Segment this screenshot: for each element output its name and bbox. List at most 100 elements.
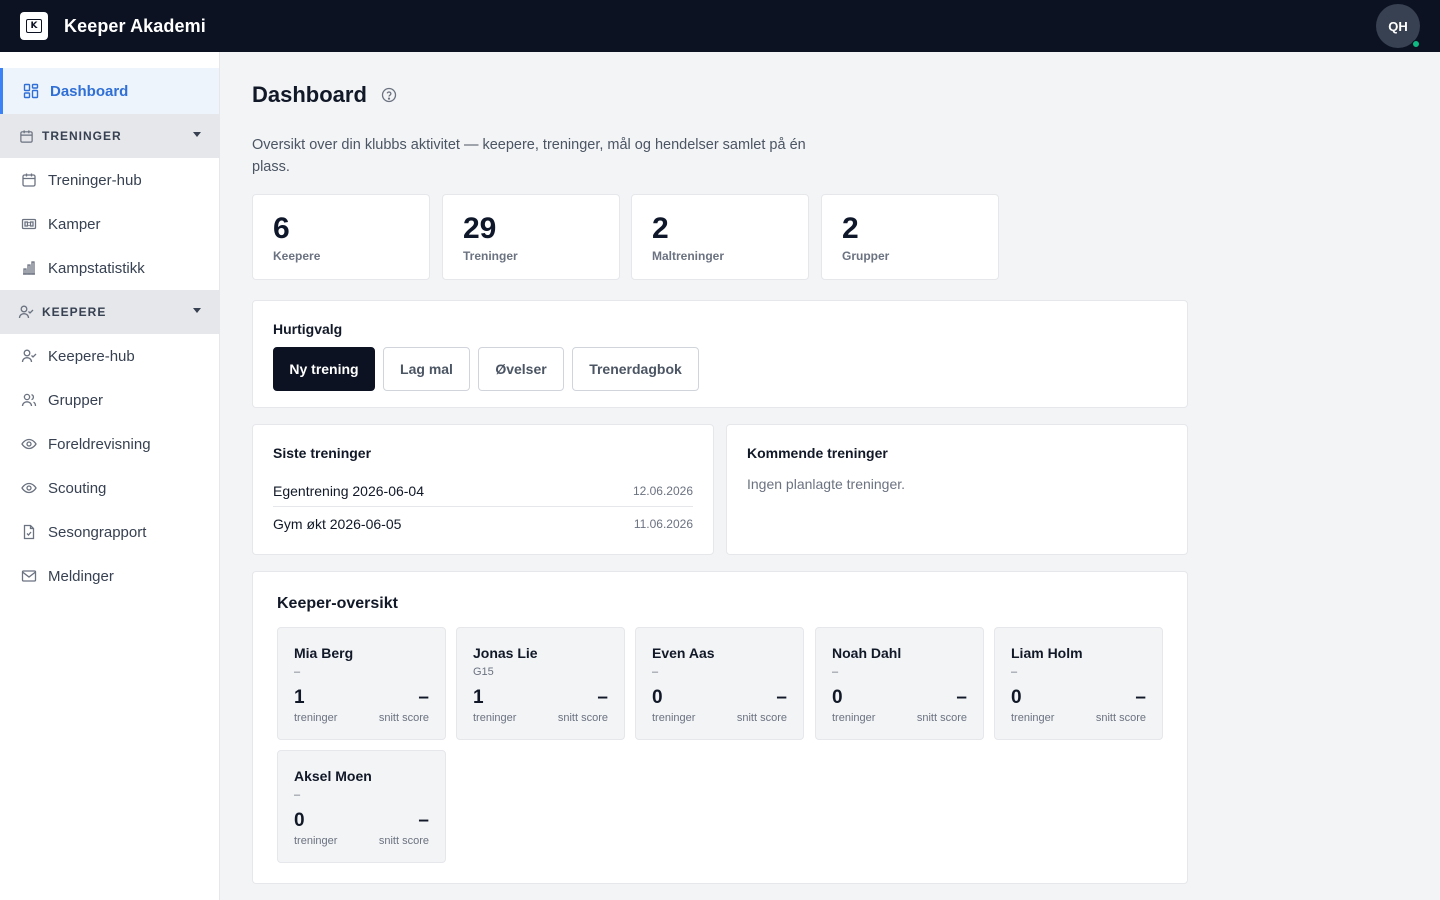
keeper-sessions: 0 xyxy=(832,687,843,708)
keeper-name: Aksel Moen xyxy=(294,768,372,784)
quick-actions-title: Hurtigvalg xyxy=(273,321,343,337)
create-template-button[interactable]: Lag mal xyxy=(383,347,470,391)
chevron-down-icon xyxy=(193,132,201,137)
scoreboard-icon xyxy=(20,215,38,233)
coach-diary-button[interactable]: Trenerdagbok xyxy=(572,347,699,391)
eye-icon xyxy=(20,435,38,453)
sessions-label: treninger xyxy=(294,835,338,847)
training-name: Egentrening 2026-06-04 xyxy=(273,482,425,499)
document-icon xyxy=(20,523,38,541)
sidebar: Dashboard TRENINGER Treninger-hub Kamper… xyxy=(0,52,220,900)
sidebar-item-kamper[interactable]: Kamper xyxy=(0,202,219,246)
keeper-sessions: 1 xyxy=(294,687,305,708)
chevron-down-icon xyxy=(193,308,201,313)
eye-icon xyxy=(20,479,38,497)
keeper-sessions: 0 xyxy=(294,810,305,831)
keeper-sessions: 0 xyxy=(1011,687,1022,708)
score-label: snitt score xyxy=(557,712,608,724)
keeper-group: – xyxy=(294,666,301,678)
app-logo[interactable]: K xyxy=(20,12,48,40)
keeper-score: – xyxy=(956,687,967,708)
stat-value: 29 xyxy=(463,212,497,245)
keeper-score: – xyxy=(597,687,608,708)
score-label: snitt score xyxy=(378,835,429,847)
calendar-icon xyxy=(18,128,34,144)
sessions-label: treninger xyxy=(294,712,338,724)
stat-value: 6 xyxy=(273,212,290,245)
score-label: snitt score xyxy=(916,712,967,724)
keeper-score: – xyxy=(776,687,787,708)
stat-label: Maltreninger xyxy=(652,249,725,263)
keeper-group: – xyxy=(1011,666,1018,678)
stat-card-treninger: 29 Treninger xyxy=(442,194,620,280)
sidebar-item-scouting[interactable]: Scouting xyxy=(0,466,219,510)
sidebar-item-treninger-hub[interactable]: Treninger-hub xyxy=(0,158,219,202)
sidebar-item-label: Scouting xyxy=(48,479,107,497)
keeper-card[interactable]: Aksel Moen – 0 – treninger snitt score xyxy=(277,750,446,863)
list-item[interactable]: Egentrening 2026-06-04 12.06.2026 xyxy=(273,474,693,507)
sidebar-item-label: Sesongrapport xyxy=(48,523,147,541)
keeper-card[interactable]: Jonas Lie G15 1 – treninger snitt score xyxy=(456,627,625,740)
list-item[interactable]: Gym økt 2026-06-05 11.06.2026 xyxy=(273,507,693,540)
keeper-overview-card: Keeper-oversikt Mia Berg – 1 – treninger… xyxy=(252,571,1188,884)
sidebar-item-label: Kampstatistikk xyxy=(48,259,145,277)
training-date: 11.06.2026 xyxy=(633,516,693,531)
keeper-name: Mia Berg xyxy=(294,645,354,661)
score-label: snitt score xyxy=(736,712,787,724)
score-label: snitt score xyxy=(1095,712,1146,724)
sidebar-item-dashboard[interactable]: Dashboard xyxy=(0,68,219,114)
upcoming-trainings-title: Kommende treninger xyxy=(747,445,888,461)
sidebar-item-foreldrevisning[interactable]: Foreldrevisning xyxy=(0,422,219,466)
sidebar-item-meldinger[interactable]: Meldinger xyxy=(0,554,219,598)
sidebar-item-label: Foreldrevisning xyxy=(48,435,151,453)
keeper-name: Even Aas xyxy=(652,645,715,661)
user-avatar[interactable]: QH xyxy=(1376,4,1420,48)
sidebar-item-label: Treninger-hub xyxy=(48,171,142,189)
keeper-name: Jonas Lie xyxy=(473,645,538,661)
keeper-card[interactable]: Mia Berg – 1 – treninger snitt score xyxy=(277,627,446,740)
stat-card-keepere: 6 Keepere xyxy=(252,194,430,280)
keeper-overview-title: Keeper-oversikt xyxy=(277,595,398,612)
sidebar-item-kampstatistikk[interactable]: Kampstatistikk xyxy=(0,246,219,290)
keeper-card[interactable]: Noah Dahl – 0 – treninger snitt score xyxy=(815,627,984,740)
empty-state-text: Ingen planlagte treninger. xyxy=(747,476,906,492)
recent-trainings-card: Siste treninger Egentrening 2026-06-04 1… xyxy=(252,424,714,555)
keeper-score: – xyxy=(1135,687,1146,708)
section-toggle-keepere[interactable]: KEEPERE xyxy=(0,290,219,334)
stat-label: Grupper xyxy=(842,249,890,263)
mail-icon xyxy=(20,567,38,585)
app-title: Keeper Akademi xyxy=(64,15,206,36)
keeper-card[interactable]: Liam Holm – 0 – treninger snitt score xyxy=(994,627,1163,740)
stat-value: 2 xyxy=(842,212,859,245)
sessions-label: treninger xyxy=(832,712,876,724)
training-name: Gym økt 2026-06-05 xyxy=(273,515,402,532)
online-status-dot xyxy=(1412,40,1420,48)
upcoming-trainings-card: Kommende treninger Ingen planlagte treni… xyxy=(726,424,1188,555)
user-initials: QH xyxy=(1388,18,1408,34)
calendar-icon xyxy=(20,171,38,189)
recent-trainings-title: Siste treninger xyxy=(273,445,372,461)
page-title: Dashboard xyxy=(252,82,397,108)
sessions-label: treninger xyxy=(473,712,517,724)
new-training-button[interactable]: Ny trening xyxy=(273,347,375,391)
section-label: TRENINGER xyxy=(42,129,122,143)
logo-mark: K xyxy=(26,19,42,33)
section-toggle-treninger[interactable]: TRENINGER xyxy=(0,114,219,158)
help-icon[interactable] xyxy=(381,87,397,103)
sidebar-item-label: Meldinger xyxy=(48,567,114,585)
page-description: Oversikt over din klubbs aktivitet — kee… xyxy=(252,137,806,175)
keeper-group: – xyxy=(832,666,839,678)
score-label: snitt score xyxy=(378,712,429,724)
keeper-score: – xyxy=(418,810,429,831)
sidebar-item-grupper[interactable]: Grupper xyxy=(0,378,219,422)
exercises-button[interactable]: Øvelser xyxy=(478,347,564,391)
stat-value: 2 xyxy=(652,212,669,245)
keeper-name: Liam Holm xyxy=(1011,645,1083,661)
stat-card-grupper: 2 Grupper xyxy=(821,194,999,280)
keeper-sessions: 1 xyxy=(473,687,484,708)
keeper-card[interactable]: Even Aas – 0 – treninger snitt score xyxy=(635,627,804,740)
page-title-text: Dashboard xyxy=(252,82,367,107)
sidebar-item-keepere-hub[interactable]: Keepere-hub xyxy=(0,334,219,378)
sidebar-item-label: Dashboard xyxy=(50,82,129,100)
sidebar-item-sesongrapport[interactable]: Sesongrapport xyxy=(0,510,219,554)
